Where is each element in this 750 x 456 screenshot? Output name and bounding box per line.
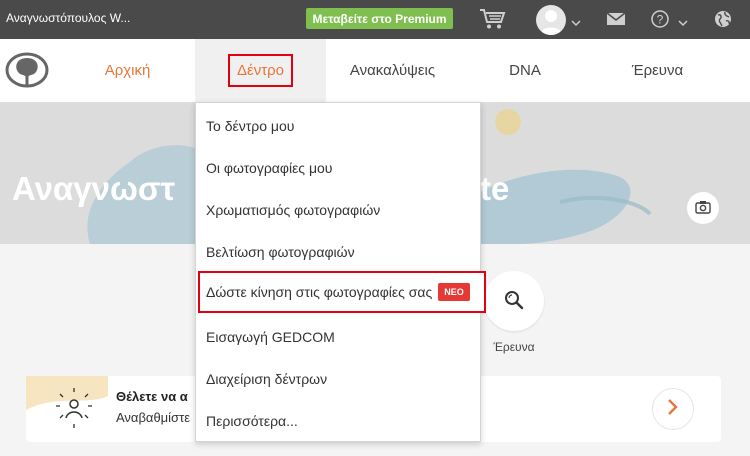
nav-research[interactable]: Έρευνα [610, 39, 705, 102]
upgrade-card-title: Θέλετε να α [116, 389, 188, 404]
tree-name-label[interactable]: Αναγνωστόπουλος W... [6, 11, 130, 25]
avatar-icon[interactable] [536, 5, 566, 35]
menu-item-label: Οι φωτογραφίες μου [206, 160, 333, 176]
menu-item-label: Βελτίωση φωτογραφιών [206, 244, 355, 260]
research-shortcut-button[interactable] [484, 271, 544, 331]
nav-home[interactable]: Αρχική [80, 39, 175, 102]
menu-item-label: Διαχείριση δέντρων [206, 371, 328, 387]
nav-dna[interactable]: DNA [480, 39, 570, 102]
menu-item-photo-colorize[interactable]: Χρωματισμός φωτογραφιών [196, 189, 480, 231]
help-chevron-down-icon[interactable] [678, 14, 688, 32]
new-badge: ΝΕΟ [438, 283, 470, 301]
tree-dropdown-menu: Το δέντρο μου Οι φωτογραφίες μου Χρωματι… [195, 102, 486, 442]
globe-icon[interactable] [713, 9, 733, 29]
menu-item-import-gedcom[interactable]: Εισαγωγή GEDCOM [196, 316, 480, 358]
nav-discoveries[interactable]: Ανακαλύψεις [335, 39, 450, 102]
menu-item-manage-trees[interactable]: Διαχείριση δέντρων [196, 358, 480, 400]
hero-title-start: Αναγνωστ [12, 170, 176, 207]
menu-item-animate-photos[interactable]: Δώστε κίνηση στις φωτογραφίες σας ΝΕΟ [198, 271, 486, 313]
upgrade-card-subtitle: Αναβαθμίστε [116, 410, 191, 425]
myheritage-logo[interactable] [5, 52, 49, 88]
menu-item-label: Δώστε κίνηση στις φωτογραφίες σας [206, 284, 433, 300]
menu-item-photo-enhance[interactable]: Βελτίωση φωτογραφιών [196, 231, 480, 273]
mail-icon[interactable] [606, 11, 626, 27]
menu-item-label: Χρωματισμός φωτογραφιών [206, 202, 381, 218]
change-cover-button[interactable] [687, 192, 719, 224]
menu-item-my-photos[interactable]: Οι φωτογραφίες μου [196, 147, 480, 189]
chevron-right-icon [667, 398, 679, 421]
research-shortcut-label: Έρευνα [493, 340, 535, 354]
menu-item-my-tree[interactable]: Το δέντρο μου [196, 105, 480, 147]
menu-item-label: Εισαγωγή GEDCOM [206, 329, 335, 345]
top-bar: Αναγνωστόπουλος W... Μεταβείτε στο Premi… [0, 0, 750, 39]
upgrade-card-next-button[interactable] [652, 388, 694, 430]
nav-tree-label[interactable]: Δέντρο [227, 54, 293, 87]
svg-text:?: ? [657, 13, 664, 27]
sun-person-icon [26, 376, 108, 428]
help-icon[interactable]: ? [650, 9, 670, 29]
search-icon [503, 289, 525, 314]
menu-item-label: Το δέντρο μου [206, 118, 295, 134]
page: Αναγνωστόπουλος W... Μεταβείτε στο Premi… [0, 0, 750, 456]
cart-icon[interactable] [478, 7, 506, 31]
main-nav: Αρχική Δέντρο Ανακαλύψεις DNA Έρευνα [0, 39, 750, 102]
hero-title-end: te [480, 170, 510, 207]
menu-item-label: Περισσότερα... [206, 413, 298, 429]
premium-button[interactable]: Μεταβείτε στο Premium [306, 8, 453, 29]
camera-icon [695, 200, 711, 217]
nav-tree[interactable]: Δέντρο [195, 39, 326, 102]
avatar-chevron-down-icon[interactable] [571, 14, 581, 32]
menu-item-more[interactable]: Περισσότερα... [196, 400, 480, 442]
